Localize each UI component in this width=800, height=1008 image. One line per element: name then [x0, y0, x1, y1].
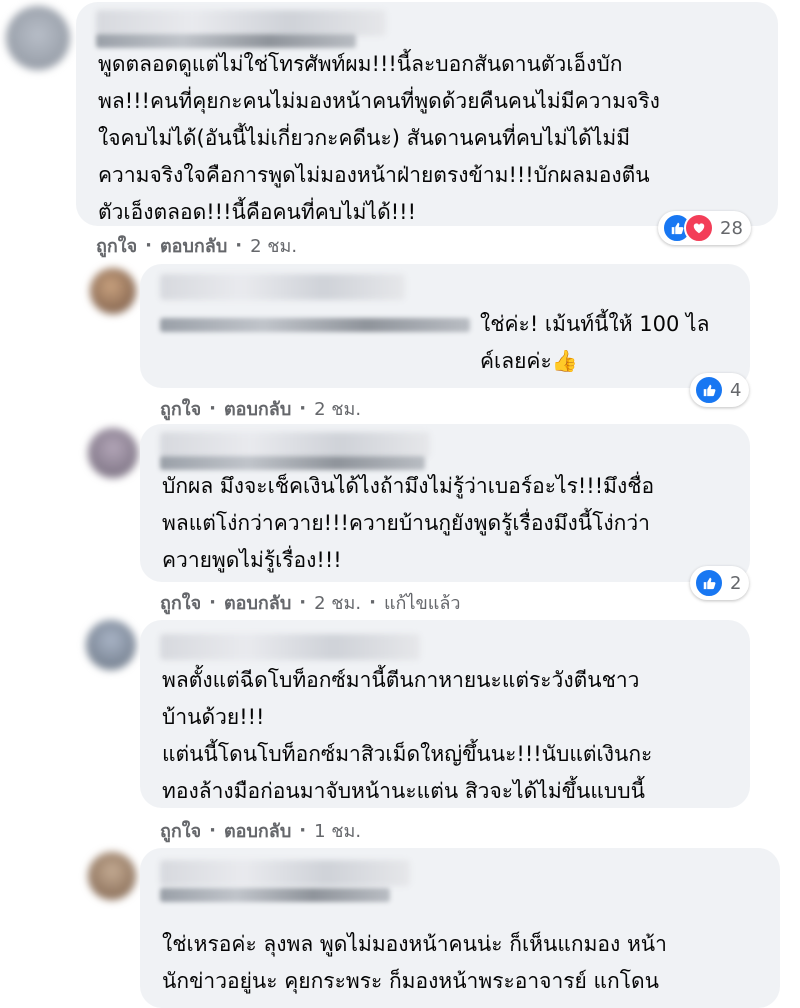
- comment-text: พูดตลอดดูแต่ไม่ใช่โทรศัพท์ผม!!!นี้ละบอกส…: [98, 52, 660, 224]
- separator-dot: ·: [299, 820, 307, 841]
- separator-dot: ·: [209, 398, 216, 419]
- separator-dot: ·: [209, 820, 216, 841]
- avatar[interactable]: [88, 428, 138, 478]
- separator-dot: ·: [235, 235, 243, 256]
- reply-link[interactable]: ตอบกลับ: [224, 816, 291, 845]
- comment-text: พลตั้งแต่ฉีดโบท็อกซ์มานี้ตีนกาหายนะแต่ระ…: [162, 668, 653, 803]
- avatar[interactable]: [90, 268, 136, 314]
- separator-dot: ·: [145, 235, 152, 256]
- separator-dot: ·: [299, 398, 307, 419]
- separator-dot: ·: [299, 592, 307, 613]
- like-icon: [694, 568, 724, 598]
- separator-dot: ·: [369, 592, 376, 613]
- comment-bubble: บักผล มึงจะเช็คเงินได้ไงถ้ามึงไม่รู้ว่าเ…: [140, 424, 750, 582]
- like-icon: [694, 375, 724, 405]
- comment-bubble: ใช่เหรอค่ะ ลุงพล พูดไม่มองหน้าคนน่ะ ก็เห…: [140, 848, 780, 1008]
- separator-dot: ·: [209, 592, 216, 613]
- comment-time[interactable]: 2 ชม.: [250, 231, 297, 260]
- reply-link[interactable]: ตอบกลับ: [224, 588, 291, 617]
- reaction-count: 4: [730, 379, 742, 401]
- love-icon: [684, 213, 714, 243]
- reaction-summary[interactable]: 28: [658, 211, 751, 245]
- comment-time[interactable]: 2 ชม.: [314, 394, 361, 423]
- reaction-count: 28: [720, 217, 743, 239]
- avatar[interactable]: [6, 6, 70, 70]
- comment-actions: ถูกใจ · ตอบกลับ · 2 ชม. · แก้ไขแล้ว: [160, 588, 461, 617]
- comment-time[interactable]: 1 ชม.: [314, 816, 361, 845]
- mentioned-name: [160, 318, 470, 332]
- mentioned-name: [160, 888, 390, 902]
- like-link[interactable]: ถูกใจ: [160, 588, 201, 617]
- like-link[interactable]: ถูกใจ: [96, 231, 137, 260]
- comment-actions: ถูกใจ · ตอบกลับ · 2 ชม.: [96, 231, 297, 260]
- edited-label[interactable]: แก้ไขแล้ว: [384, 588, 461, 617]
- reply-link[interactable]: ตอบกลับ: [224, 394, 291, 423]
- comment-bubble: พลตั้งแต่ฉีดโบท็อกซ์มานี้ตีนกาหายนะแต่ระ…: [140, 620, 750, 808]
- comment-bubble: พูดตลอดดูแต่ไม่ใช่โทรศัพท์ผม!!!นี้ละบอกส…: [76, 2, 778, 226]
- comment-time[interactable]: 2 ชม.: [314, 588, 361, 617]
- comment-actions: ถูกใจ · ตอบกลับ · 2 ชม.: [160, 394, 361, 423]
- comment-text: ใช่ค่ะ! เม้นท์นี้ให้ 100 ไล ค์เลยค่ะ👍: [480, 312, 710, 373]
- comment-actions: ถูกใจ · ตอบกลับ · 1 ชม.: [160, 816, 361, 845]
- author-name[interactable]: [160, 860, 410, 886]
- reaction-count: 2: [730, 572, 742, 594]
- author-name[interactable]: [160, 274, 405, 300]
- author-name[interactable]: [96, 10, 386, 36]
- avatar[interactable]: [86, 620, 136, 670]
- comment-text: ใช่เหรอค่ะ ลุงพล พูดไม่มองหน้าคนน่ะ ก็เห…: [162, 932, 667, 993]
- comment-text: บักผล มึงจะเช็คเงินได้ไงถ้ามึงไม่รู้ว่าเ…: [162, 474, 655, 572]
- like-link[interactable]: ถูกใจ: [160, 816, 201, 845]
- reaction-summary[interactable]: 2: [690, 566, 750, 600]
- author-name[interactable]: [160, 432, 430, 458]
- reaction-summary[interactable]: 4: [690, 373, 750, 407]
- avatar[interactable]: [88, 852, 136, 900]
- reply-link[interactable]: ตอบกลับ: [160, 231, 227, 260]
- author-name[interactable]: [160, 634, 420, 660]
- like-link[interactable]: ถูกใจ: [160, 394, 201, 423]
- comment-bubble: ใช่ค่ะ! เม้นท์นี้ให้ 100 ไล ค์เลยค่ะ👍: [140, 264, 750, 388]
